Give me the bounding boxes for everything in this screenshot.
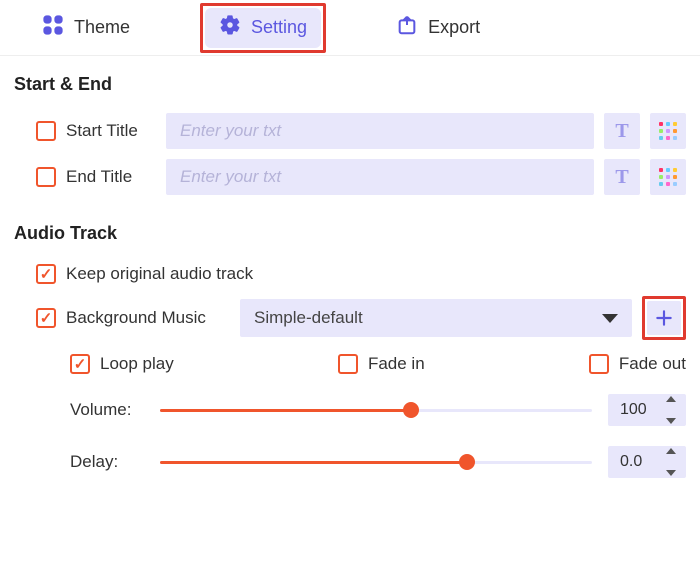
delay-row: Delay: 0.0: [70, 446, 686, 478]
delay-spinner[interactable]: 0.0: [608, 446, 686, 478]
theme-icon: [42, 14, 64, 41]
delay-step-up[interactable]: [666, 448, 676, 454]
start-title-row: Start Title T: [36, 113, 686, 149]
end-title-input[interactable]: [166, 159, 594, 195]
volume-slider[interactable]: [160, 400, 592, 420]
loop-play-checkbox[interactable]: [70, 354, 90, 374]
volume-step-down[interactable]: [666, 418, 676, 424]
play-options-row: Loop play Fade in Fade out: [70, 354, 686, 374]
add-music-button[interactable]: [647, 301, 681, 335]
volume-step-up[interactable]: [666, 396, 676, 402]
section-start-end-title: Start & End: [0, 56, 700, 103]
fade-out-label: Fade out: [619, 354, 686, 374]
chevron-down-icon: [602, 314, 618, 323]
keep-original-row: Keep original audio track: [36, 264, 686, 284]
keep-original-label: Keep original audio track: [66, 264, 253, 284]
keep-original-checkbox[interactable]: [36, 264, 56, 284]
background-music-dropdown[interactable]: Simple-default: [240, 299, 632, 337]
color-grid-icon: [659, 168, 677, 186]
start-title-color-button[interactable]: [650, 113, 686, 149]
end-title-row: End Title T: [36, 159, 686, 195]
start-title-input[interactable]: [166, 113, 594, 149]
tab-export[interactable]: Export: [382, 8, 494, 48]
slider-fill: [160, 461, 467, 464]
volume-row: Volume: 100: [70, 394, 686, 426]
slider-fill: [160, 409, 411, 412]
loop-play-item: Loop play: [70, 354, 174, 374]
tab-bar: Theme Setting Export: [0, 0, 700, 56]
volume-label: Volume:: [70, 400, 144, 420]
start-end-group: Start Title T End Title T: [0, 113, 700, 195]
loop-play-label: Loop play: [100, 354, 174, 374]
end-title-checkbox[interactable]: [36, 167, 56, 187]
add-music-highlight: [642, 296, 686, 340]
volume-spinner[interactable]: 100: [608, 394, 686, 426]
delay-slider[interactable]: [160, 452, 592, 472]
background-music-label: Background Music: [66, 308, 230, 328]
fade-in-checkbox[interactable]: [338, 354, 358, 374]
end-title-text-style-button[interactable]: T: [604, 159, 640, 195]
volume-value: 100: [620, 401, 647, 419]
slider-thumb[interactable]: [459, 454, 475, 470]
fade-in-item: Fade in: [338, 354, 425, 374]
delay-value: 0.0: [620, 453, 642, 471]
tab-export-label: Export: [428, 17, 480, 38]
tab-theme-label: Theme: [74, 17, 130, 38]
fade-out-checkbox[interactable]: [589, 354, 609, 374]
gear-icon: [219, 14, 241, 41]
fade-out-item: Fade out: [589, 354, 686, 374]
text-icon: T: [615, 166, 628, 189]
export-icon: [396, 14, 418, 41]
audio-group: Keep original audio track Background Mus…: [0, 264, 700, 478]
slider-thumb[interactable]: [403, 402, 419, 418]
tab-setting-label: Setting: [251, 17, 307, 38]
start-title-text-style-button[interactable]: T: [604, 113, 640, 149]
delay-step-down[interactable]: [666, 470, 676, 476]
start-title-label: Start Title: [66, 121, 156, 141]
delay-label: Delay:: [70, 452, 144, 472]
section-audio-title: Audio Track: [0, 205, 700, 252]
color-grid-icon: [659, 122, 677, 140]
background-music-checkbox[interactable]: [36, 308, 56, 328]
setting-tab-highlight: Setting: [200, 3, 326, 53]
text-icon: T: [615, 120, 628, 143]
background-music-row: Background Music Simple-default: [36, 296, 686, 340]
tab-setting[interactable]: Setting: [205, 8, 321, 48]
audio-subgroup: Loop play Fade in Fade out Volume: 100: [36, 354, 686, 478]
end-title-label: End Title: [66, 167, 156, 187]
fade-in-label: Fade in: [368, 354, 425, 374]
start-title-checkbox[interactable]: [36, 121, 56, 141]
end-title-color-button[interactable]: [650, 159, 686, 195]
plus-icon: [654, 308, 674, 328]
background-music-selected: Simple-default: [254, 308, 363, 328]
tab-theme[interactable]: Theme: [28, 8, 144, 48]
